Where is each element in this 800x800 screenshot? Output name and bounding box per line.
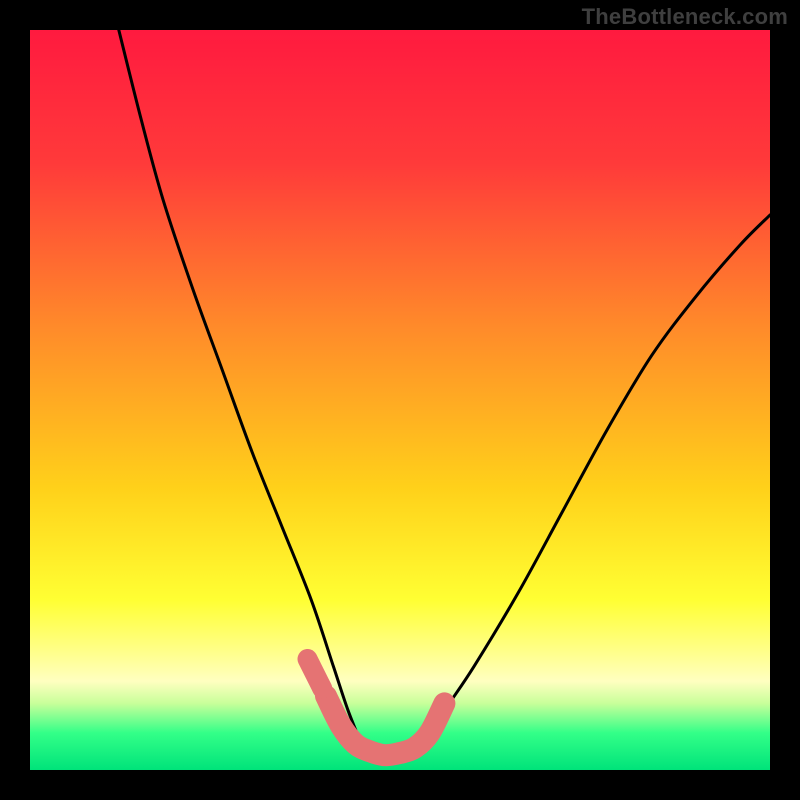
plot-background: [30, 30, 770, 770]
bottleneck-chart: [0, 0, 800, 800]
watermark-text: TheBottleneck.com: [582, 4, 788, 30]
valley-highlight-dash: [308, 659, 323, 689]
chart-frame: TheBottleneck.com: [0, 0, 800, 800]
